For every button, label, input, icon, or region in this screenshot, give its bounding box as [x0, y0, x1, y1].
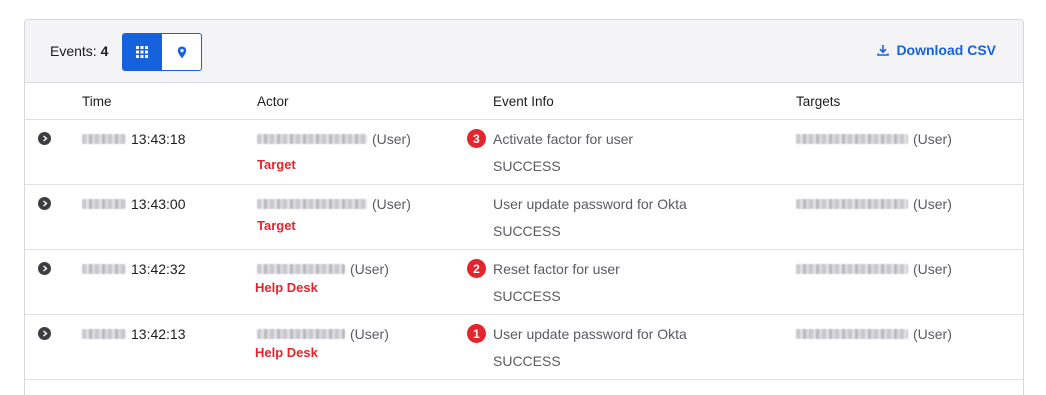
- grid-view-button[interactable]: [122, 33, 162, 71]
- actor-cell: (User): [257, 131, 411, 147]
- column-header-event-info[interactable]: Event Info: [493, 94, 554, 109]
- actor-cell: (User): [257, 196, 411, 212]
- target-type: (User): [913, 326, 952, 342]
- table-header: Time Actor Event Info Targets: [25, 83, 1023, 120]
- target-cell: (User): [796, 326, 952, 342]
- event-status: SUCCESS: [493, 353, 561, 369]
- actor-role-label: Target: [257, 157, 296, 172]
- redacted-target: [796, 329, 908, 339]
- redacted-actor: [257, 134, 367, 144]
- event-name: Activate factor for user: [493, 131, 634, 147]
- redacted-target: [796, 199, 908, 209]
- redacted-target: [796, 264, 908, 274]
- target-cell: (User): [796, 261, 952, 277]
- target-cell: (User): [796, 131, 952, 147]
- actor-cell: (User): [257, 326, 389, 342]
- grid-icon: [136, 46, 148, 58]
- event-time: 13:43:00: [82, 196, 186, 212]
- events-count-value: 4: [100, 43, 109, 59]
- table-row[interactable]: 13:43:00 (User) Target User update passw…: [25, 185, 1023, 250]
- time-value: 13:42:32: [131, 261, 186, 277]
- event-name: User update password for Okta: [493, 326, 687, 342]
- column-header-time[interactable]: Time: [82, 94, 112, 109]
- event-time: 13:42:13: [82, 326, 186, 342]
- actor-cell: (User): [257, 261, 389, 277]
- table-row[interactable]: 13:43:18 (User) Target 3 Activate factor…: [25, 120, 1023, 185]
- step-badge: 1: [467, 324, 486, 343]
- step-badge: 2: [467, 259, 486, 278]
- redacted-actor: [257, 199, 367, 209]
- table-row[interactable]: 13:42:32 (User) Help Desk 2 Reset factor…: [25, 250, 1023, 315]
- actor-type: (User): [372, 131, 411, 147]
- event-status: SUCCESS: [493, 288, 561, 304]
- redacted-date: [82, 199, 126, 209]
- time-value: 13:43:00: [131, 196, 186, 212]
- target-type: (User): [913, 261, 952, 277]
- map-pin-icon: [177, 46, 186, 58]
- chevron-right-icon[interactable]: [38, 197, 51, 210]
- actor-type: (User): [350, 261, 389, 277]
- time-value: 13:43:18: [131, 131, 186, 147]
- actor-type: (User): [372, 196, 411, 212]
- actor-role-label: Target: [257, 218, 296, 233]
- event-status: SUCCESS: [493, 158, 561, 174]
- map-view-button[interactable]: [162, 33, 202, 71]
- event-status: SUCCESS: [493, 223, 561, 239]
- target-type: (User): [913, 131, 952, 147]
- view-toggle: [122, 33, 202, 71]
- target-type: (User): [913, 196, 952, 212]
- actor-role-label: Help Desk: [255, 280, 318, 295]
- chevron-right-icon[interactable]: [38, 262, 51, 275]
- events-panel: Events: 4 Download CSV Time Actor Event …: [24, 19, 1024, 395]
- download-csv-link[interactable]: Download CSV: [877, 42, 996, 58]
- step-badge: 3: [467, 129, 486, 148]
- download-csv-label: Download CSV: [896, 42, 996, 58]
- event-time: 13:42:32: [82, 261, 186, 277]
- event-name: User update password for Okta: [493, 196, 687, 212]
- column-header-actor[interactable]: Actor: [257, 94, 289, 109]
- chevron-right-icon[interactable]: [38, 327, 51, 340]
- time-value: 13:42:13: [131, 326, 186, 342]
- redacted-actor: [257, 264, 345, 274]
- redacted-date: [82, 134, 126, 144]
- event-name: Reset factor for user: [493, 261, 620, 277]
- column-header-targets[interactable]: Targets: [796, 94, 840, 109]
- redacted-target: [796, 134, 908, 144]
- download-icon: [877, 45, 890, 56]
- events-label: Events:: [50, 43, 97, 59]
- redacted-date: [82, 264, 126, 274]
- redacted-actor: [257, 329, 345, 339]
- chevron-right-icon[interactable]: [38, 132, 51, 145]
- table-row[interactable]: 13:42:13 (User) Help Desk 1 User update …: [25, 315, 1023, 380]
- events-count: Events: 4: [50, 43, 108, 59]
- event-time: 13:43:18: [82, 131, 186, 147]
- target-cell: (User): [796, 196, 952, 212]
- actor-role-label: Help Desk: [255, 345, 318, 360]
- toolbar: Events: 4 Download CSV: [25, 20, 1023, 83]
- actor-type: (User): [350, 326, 389, 342]
- redacted-date: [82, 329, 126, 339]
